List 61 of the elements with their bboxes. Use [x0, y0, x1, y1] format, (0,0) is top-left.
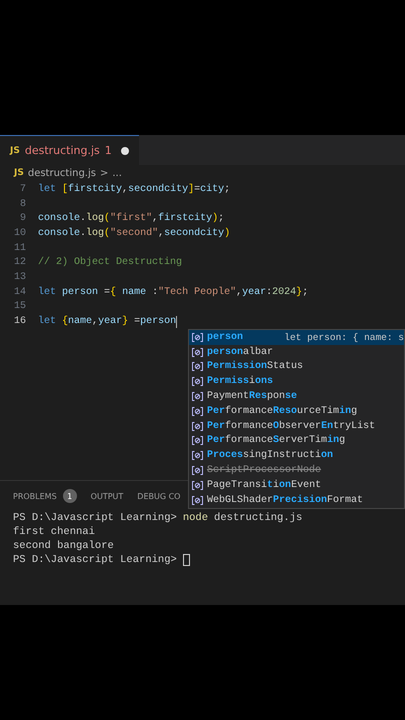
- suggestion-item[interactable]: PageTransitionEvent: [189, 478, 404, 493]
- line-number: 15: [12, 301, 27, 312]
- variable-icon: [192, 466, 203, 476]
- breadcrumb-separator: >: [100, 168, 108, 178]
- variable-icon: [192, 332, 203, 342]
- variable-icon: [192, 348, 203, 357]
- code-line: console.log("second",secondcity): [38, 228, 230, 239]
- terminal-cursor: [182, 554, 190, 566]
- variable-icon: [192, 377, 203, 386]
- breadcrumb-file[interactable]: destructing.js: [28, 168, 96, 178]
- variable-icon: [192, 480, 203, 490]
- code-line: let {name,year} =person: [38, 316, 176, 328]
- variable-icon: [192, 451, 203, 460]
- suggestion-item[interactable]: ProcessingInstruction: [189, 448, 404, 464]
- js-file-icon: JS: [14, 168, 24, 178]
- terminal-command: node: [182, 512, 208, 524]
- suggestion-detail: let person: { name: s: [283, 332, 404, 343]
- code-line: // 2) Object Destructing: [38, 257, 182, 268]
- panel-tab[interactable]: DEBUG CO: [137, 492, 180, 500]
- code-line: let [firstcity,secondcity]=city;: [38, 184, 230, 195]
- line-number: 8: [18, 198, 27, 210]
- terminal-prompt: PS D:\Javascript Learning>: [13, 512, 177, 524]
- panel-tab[interactable]: PROBLEMS 1: [13, 489, 77, 503]
- suggestion-item[interactable]: PerformanceServerTiming: [189, 434, 404, 448]
- panel-tab[interactable]: OUTPUT: [90, 492, 124, 500]
- suggestion-item[interactable]: person let person: { name: s: [189, 330, 404, 345]
- variable-icon: [192, 496, 203, 505]
- line-number: 13: [12, 272, 27, 283]
- tab-label: destructing.js: [24, 144, 100, 157]
- suggestion-item[interactable]: PerformanceObserverEntryList: [189, 418, 404, 434]
- suggestion-item[interactable]: ScriptProcessorNode: [189, 463, 404, 478]
- suggestion-item[interactable]: PerformanceResourceTiming: [189, 404, 404, 419]
- suggestion-item[interactable]: personalbar: [189, 344, 404, 360]
- variable-icon: [192, 436, 203, 446]
- terminal-argument: destructing.js: [214, 512, 302, 524]
- suggestion-item[interactable]: WebGLShaderPrecisionFormat: [189, 492, 404, 508]
- variable-icon: [192, 392, 203, 402]
- terminal-output: first chennai: [13, 526, 95, 538]
- line-number: 9: [18, 213, 27, 224]
- suggestion-item[interactable]: Permissions: [189, 374, 404, 390]
- variable-icon: [192, 406, 203, 416]
- line-number: 16: [12, 316, 27, 328]
- terminal-prompt: PS D:\Javascript Learning>: [13, 554, 177, 566]
- breadcrumb-more[interactable]: ...: [112, 168, 122, 178]
- problem-count-badge: 1: [62, 489, 77, 503]
- js-file-icon: JS: [10, 146, 20, 156]
- terminal-output: second bangalore: [13, 540, 114, 552]
- suggestion-item[interactable]: PaymentResponse: [189, 389, 404, 404]
- editor-tab[interactable]: JS destructing.js 1: [0, 135, 139, 165]
- line-number: 14: [12, 286, 27, 298]
- line-number: 10: [12, 228, 27, 239]
- code-line: console.log("first",firstcity);: [38, 213, 224, 224]
- variable-icon: [192, 422, 203, 431]
- suggestion-item[interactable]: PermissionStatus: [189, 360, 404, 374]
- problem-count: 1: [104, 144, 112, 157]
- line-number: 12: [12, 257, 27, 268]
- variable-icon: [192, 362, 203, 372]
- code-line: let person ={ name :"Tech People",year:2024};: [38, 286, 308, 298]
- text-cursor: [176, 316, 178, 328]
- line-number: 7: [18, 184, 27, 195]
- line-number: 11: [12, 242, 27, 254]
